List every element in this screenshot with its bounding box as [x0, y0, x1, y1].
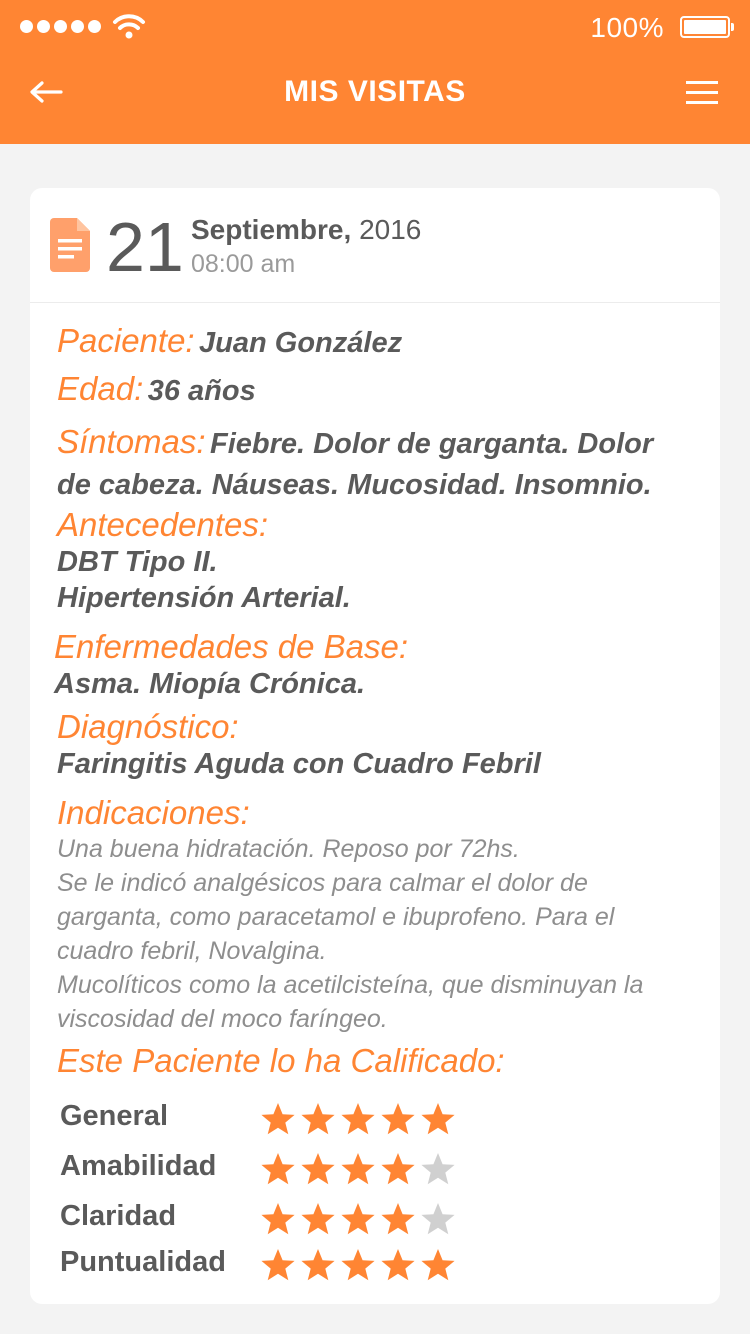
- star-filled-icon: [340, 1102, 376, 1136]
- patient-label: Paciente:: [57, 322, 195, 359]
- rating-label: Claridad: [60, 1200, 177, 1232]
- visit-month: Septiembre,: [191, 214, 352, 245]
- base-diseases-row: Enfermedades de Base: Asma. Miopía Cróni…: [54, 628, 694, 702]
- patient-name: Juan González: [199, 327, 403, 359]
- rating-row-general: General: [60, 1100, 700, 1140]
- rating-heading: Este Paciente lo ha Calificado:: [57, 1042, 505, 1079]
- star-rating: [260, 1248, 460, 1287]
- star-filled-icon: [260, 1248, 296, 1282]
- star-filled-icon: [380, 1202, 416, 1236]
- antecedents-label: Antecedentes:: [57, 506, 268, 543]
- indications-line: cuadro febril, Novalgina.: [57, 937, 327, 965]
- antecedents-row: Antecedentes: DBT Tipo II. Hipertensión …: [57, 506, 697, 616]
- base-diseases-label: Enfermedades de Base:: [54, 628, 409, 665]
- star-filled-icon: [260, 1152, 296, 1186]
- visit-day: 21: [106, 208, 184, 286]
- diagnosis-label: Diagnóstico:: [57, 708, 239, 745]
- rating-label: Puntualidad: [60, 1246, 226, 1278]
- star-filled-icon: [340, 1202, 376, 1236]
- rating-label: General: [60, 1100, 168, 1132]
- rating-heading-row: Este Paciente lo ha Calificado:: [57, 1042, 697, 1080]
- document-icon: [49, 217, 91, 278]
- diagnosis-value: Faringitis Aguda con Cuadro Febril: [57, 748, 541, 780]
- star-rating: [260, 1202, 460, 1241]
- indications-line: Se le indicó analgésicos para calmar el …: [57, 869, 588, 897]
- star-filled-icon: [300, 1152, 336, 1186]
- star-filled-icon: [340, 1152, 376, 1186]
- star-filled-icon: [380, 1102, 416, 1136]
- rating-row-puntualidad: Puntualidad: [60, 1246, 700, 1286]
- indications-line: Mucolíticos como la acetilcisteína, que …: [57, 971, 644, 999]
- age-row: Edad: 36 años: [57, 370, 697, 408]
- rating-row-claridad: Claridad: [60, 1200, 700, 1240]
- diagnosis-row: Diagnóstico: Faringitis Aguda con Cuadro…: [57, 708, 697, 782]
- star-filled-icon: [260, 1202, 296, 1236]
- star-filled-icon: [380, 1152, 416, 1186]
- star-filled-icon: [420, 1102, 456, 1136]
- hamburger-menu-icon: [686, 80, 718, 84]
- symptoms-row: Síntomas: Fiebre. Dolor de garganta. Dol…: [57, 424, 697, 508]
- indications-label: Indicaciones:: [57, 794, 250, 831]
- symptoms-line-2: de cabeza. Náuseas. Mucosidad. Insomnio.: [57, 469, 652, 501]
- antecedents-line-2: Hipertensión Arterial.: [57, 582, 351, 614]
- star-rating: [260, 1152, 460, 1191]
- age-label: Edad:: [57, 370, 144, 407]
- signal-strength-icon: [20, 20, 105, 38]
- visit-date-header: 21 Septiembre, 2016 08:00 am: [30, 188, 720, 303]
- star-filled-icon: [260, 1102, 296, 1136]
- rating-label: Amabilidad: [60, 1150, 217, 1182]
- menu-button[interactable]: [680, 70, 724, 114]
- visit-time: 08:00 am: [191, 250, 296, 278]
- rating-row-amabilidad: Amabilidad: [60, 1150, 700, 1190]
- visit-year: 2016: [359, 214, 422, 245]
- page-title: MIS VISITAS: [284, 75, 466, 108]
- visit-month-year: Septiembre, 2016: [191, 214, 421, 246]
- indications-line: garganta, como paracetamol e ibuprofeno.…: [57, 903, 615, 931]
- app-header: 100% MIS VISITAS: [0, 0, 750, 144]
- symptoms-line-1: Fiebre. Dolor de garganta. Dolor: [210, 428, 654, 460]
- base-diseases-value: Asma. Miopía Crónica.: [54, 668, 366, 700]
- star-rating: [260, 1102, 460, 1141]
- status-bar: 100%: [0, 0, 750, 56]
- symptoms-label: Síntomas:: [57, 423, 206, 460]
- star-filled-icon: [300, 1102, 336, 1136]
- antecedents-line-1: DBT Tipo II.: [57, 546, 218, 578]
- star-filled-icon: [420, 1248, 456, 1282]
- wifi-icon: [112, 12, 146, 45]
- visit-card[interactable]: 21 Septiembre, 2016 08:00 am Paciente: J…: [30, 188, 720, 1304]
- age-value: 36 años: [147, 375, 256, 407]
- star-filled-icon: [300, 1248, 336, 1282]
- patient-row: Paciente: Juan González: [57, 322, 697, 360]
- star-empty-icon: [420, 1152, 456, 1186]
- star-empty-icon: [420, 1202, 456, 1236]
- battery-icon: [680, 16, 734, 38]
- star-filled-icon: [300, 1202, 336, 1236]
- battery-percent: 100%: [590, 12, 664, 43]
- indications-line: viscosidad del moco faríngeo.: [57, 1005, 388, 1033]
- star-filled-icon: [340, 1248, 376, 1282]
- star-filled-icon: [380, 1248, 416, 1282]
- indications-row: Indicaciones: Una buena hidratación. Rep…: [57, 794, 697, 1036]
- indications-line: Una buena hidratación. Reposo por 72hs.: [57, 835, 520, 863]
